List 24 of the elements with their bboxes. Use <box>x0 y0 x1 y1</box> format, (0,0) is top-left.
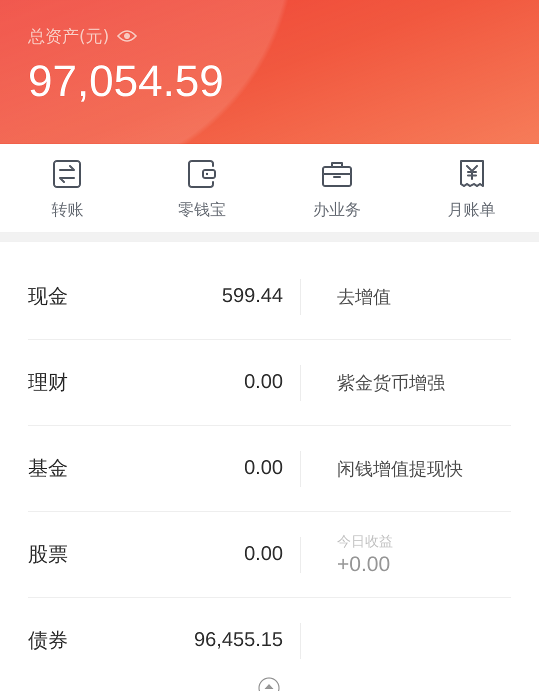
total-assets-amount: 97,054.59 <box>28 56 225 108</box>
shortcut-label[interactable]: 办业务 <box>312 200 361 221</box>
earnings-label: 今日收益 <box>337 532 393 550</box>
earnings-value: +0.00 <box>337 552 392 576</box>
promo-link[interactable]: 去增值 <box>337 284 391 308</box>
asset-name: 基金 <box>28 455 69 482</box>
asset-name: 现金 <box>28 283 69 310</box>
total-assets-label: 总资产(元) <box>28 26 110 48</box>
shortcut-label[interactable]: 转账 <box>51 200 84 221</box>
asset-amount: 96,455.15 <box>193 629 283 652</box>
promo-link[interactable]: 紫金货币增强 <box>337 370 445 394</box>
wallet-icon[interactable] <box>186 158 218 190</box>
asset-name: 债券 <box>28 627 69 654</box>
asset-amount: 0.00 <box>243 457 283 480</box>
shortcut-label[interactable]: 月账单 <box>448 200 496 221</box>
collapse-icon[interactable] <box>258 677 280 691</box>
asset-amount: 0.00 <box>243 371 283 394</box>
arrows-icon[interactable] <box>51 158 84 190</box>
asset-name: 理财 <box>28 369 69 396</box>
asset-amount: 599.44 <box>220 285 283 308</box>
shortcut-label[interactable]: 零钱宝 <box>178 200 226 221</box>
asset-name: 股票 <box>28 541 69 568</box>
promo-link[interactable]: 闲钱增值提现快 <box>337 456 463 480</box>
asset-amount: 0.00 <box>243 543 283 566</box>
